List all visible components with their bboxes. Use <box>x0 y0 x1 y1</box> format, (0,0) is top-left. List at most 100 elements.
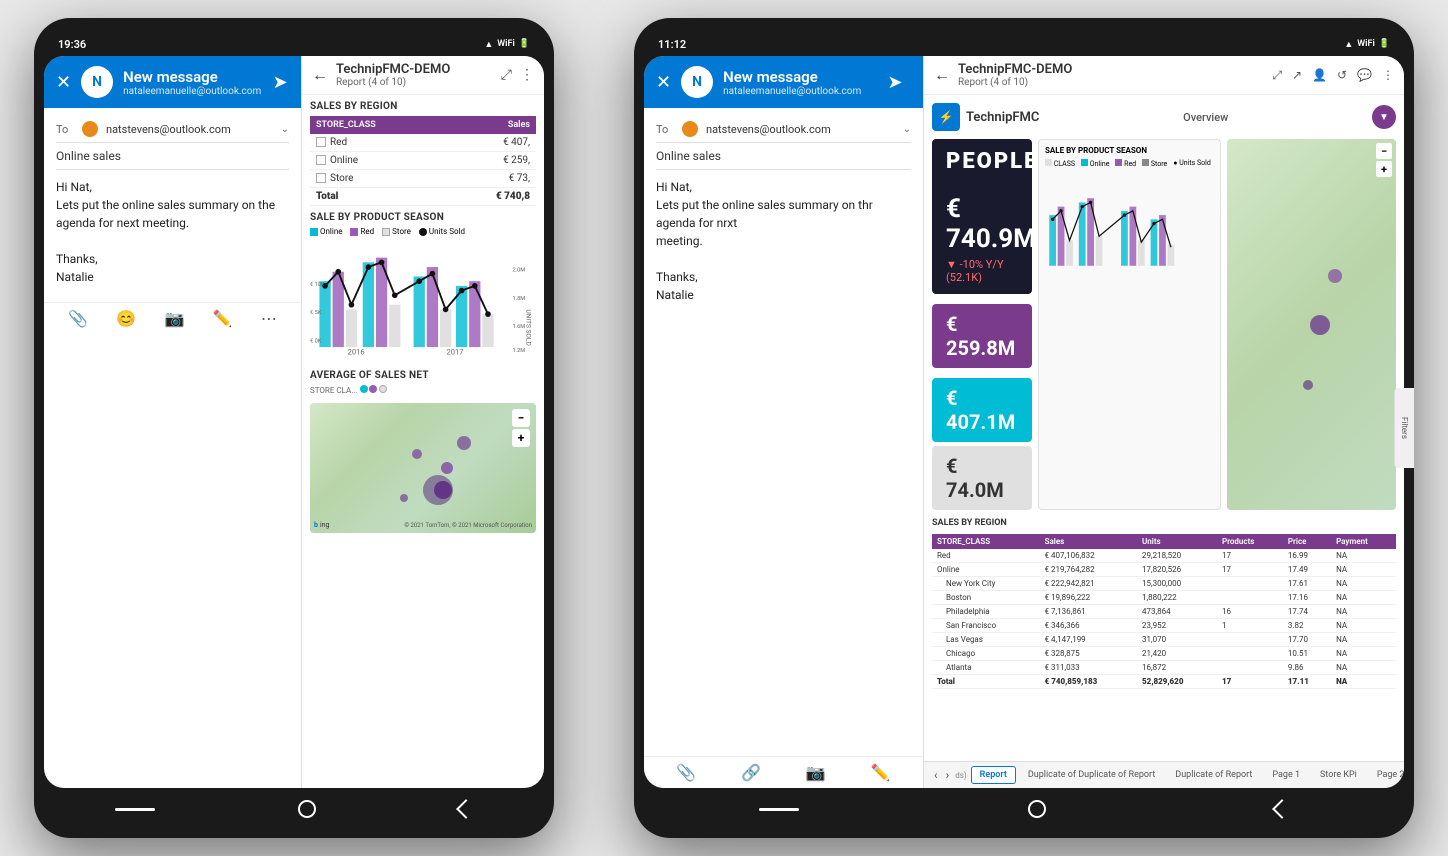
large-sales-title: SALES BY REGION <box>932 518 1396 528</box>
map-dot <box>412 449 422 459</box>
expand-icon[interactable]: ⤢ <box>501 67 512 83</box>
filters-panel[interactable]: Filters <box>1394 388 1404 468</box>
table-total-row: Total € 740,859,183 52,829,620 17 17.11 … <box>932 675 1396 689</box>
nav-home-icon[interactable] <box>115 808 155 811</box>
large-map-col[interactable]: − + <box>1227 139 1396 510</box>
large-subject[interactable]: Online sales <box>656 143 911 170</box>
large-more-icon[interactable]: ⋮ <box>1382 68 1394 83</box>
large-pbi-back-icon[interactable]: ← <box>934 65 950 85</box>
large-expand-icon[interactable]: ⤢ <box>1272 68 1282 83</box>
svg-text:2016: 2016 <box>348 348 365 357</box>
legend-units: Units Sold <box>419 227 465 236</box>
row-icon <box>316 155 326 165</box>
emoji-icon[interactable]: 😊 <box>116 309 136 328</box>
draw-icon[interactable]: ✏️ <box>213 309 233 328</box>
table-row: Red € 407,106,832 29,218,520 17 16.99 NA <box>932 549 1396 563</box>
card4-value: € 74.0M <box>946 454 1018 502</box>
camera-icon[interactable]: 📷 <box>164 309 184 328</box>
small-chart-title: SALE BY PRODUCT SEASON <box>310 212 536 223</box>
small-chart-area: 2016 2017 € 10K € 5K € 0K 2.0M 1.8M 1.6M… <box>310 240 536 360</box>
small-pbi-icons: ⤢ ⋮ <box>501 67 534 83</box>
filter-icon[interactable]: ▼ <box>1372 105 1396 129</box>
large-tablet: 11:12 ▲ WiFi 🔋 ✕ N New message nataleema… <box>634 18 1414 838</box>
small-email-body: To natstevens@outlook.com ⌄ Online sales… <box>44 108 301 302</box>
large-nav-back-icon[interactable] <box>1272 799 1292 819</box>
large-zoom-in-icon[interactable]: + <box>1376 161 1392 177</box>
small-chart-legend: Online Red Store Units Sold <box>310 227 536 236</box>
large-sales-table: STORE_CLASS Sales Units Products Price P… <box>932 534 1396 689</box>
large-nav-home-circle[interactable] <box>1028 800 1046 818</box>
tab-dup-dup-report[interactable]: Duplicate of Duplicate of Report <box>1020 767 1163 783</box>
large-nav-home-icon[interactable] <box>759 808 799 811</box>
col-products: Products <box>1217 534 1283 549</box>
tab-report[interactable]: Report <box>971 766 1016 784</box>
small-bottom-nav <box>44 792 544 822</box>
small-tablet: 19:36 ▲ WiFi 🔋 ✕ N New message nataleema… <box>34 18 554 838</box>
large-send-button[interactable]: ➤ <box>879 66 911 98</box>
tab-dup-report[interactable]: Duplicate of Report <box>1167 767 1260 783</box>
svg-text:€ 10K: € 10K <box>310 282 325 288</box>
large-to-badge <box>682 121 698 137</box>
zoom-in-icon[interactable]: + <box>512 429 530 447</box>
large-share-icon[interactable]: ↗ <box>1292 68 1302 83</box>
tab-page1[interactable]: Page 1 <box>1264 767 1308 783</box>
small-sales-section: SALES BY REGION STORE_CLASS Sales Red € … <box>302 95 544 208</box>
tab-store-kpi[interactable]: Store KPi <box>1312 767 1365 783</box>
tab-page2[interactable]: Page 2 <box>1369 767 1404 783</box>
small-subject[interactable]: Online sales <box>56 143 289 170</box>
small-email-content[interactable]: Hi Nat, Lets put the online sales summar… <box>56 170 289 294</box>
large-close-icon[interactable]: ✕ <box>656 72 671 93</box>
large-email-content[interactable]: Hi Nat, Lets put the online sales summar… <box>656 170 911 312</box>
small-chart-section: SALE BY PRODUCT SEASON Online Red Sto <box>302 208 544 364</box>
tabs-back-arrow[interactable]: ‹ <box>932 768 940 782</box>
row-icon <box>316 173 326 183</box>
large-draw-icon[interactable]: ✏️ <box>871 763 891 782</box>
large-pbi-subtitle: Report (4 of 10) <box>958 77 1072 88</box>
table-row: Online € 259, <box>310 152 536 170</box>
svg-text:UNITS SOLD: UNITS SOLD <box>525 309 533 345</box>
large-refresh-icon[interactable]: ↺ <box>1337 68 1347 83</box>
small-to-row: To natstevens@outlook.com ⌄ <box>56 116 289 143</box>
large-link-icon[interactable]: 🔗 <box>741 763 761 782</box>
small-email-title: New message <box>123 68 261 86</box>
small-email-header: ✕ N New message nataleemanuelle@outlook.… <box>44 56 301 108</box>
nav-back-icon[interactable] <box>456 799 476 819</box>
large-zoom-out-icon[interactable]: − <box>1376 143 1392 159</box>
chevron-down-icon[interactable]: ⌄ <box>281 124 289 135</box>
more-icon[interactable]: ⋯ <box>261 309 277 328</box>
large-camera-icon[interactable]: 📷 <box>806 763 826 782</box>
tabs-forward-arrow[interactable]: › <box>944 768 952 782</box>
small-map[interactable]: − + bing © 2021 TomTom, © 2021 Microsoft… <box>310 403 536 533</box>
table-row: Chicago € 328,875 21,420 10.51 NA <box>932 647 1396 661</box>
small-email-title-group: New message nataleemanuelle@outlook.com <box>123 68 261 97</box>
legend-red-color <box>350 228 358 236</box>
large-chart-title: SALE BY PRODUCT SEASON <box>1045 146 1214 155</box>
nav-home-circle[interactable] <box>298 800 316 818</box>
small-pbi-title-group: TechnipFMC-DEMO Report (4 of 10) <box>336 62 450 88</box>
map-controls: − + <box>512 409 530 447</box>
large-bottom-toolbar: 📎 🔗 📷 ✏️ <box>644 756 923 788</box>
col-store: STORE_CLASS <box>932 534 1040 549</box>
zoom-out-icon[interactable]: − <box>512 409 530 427</box>
large-pbi-content: ⚡ TechnipFMC Overview ▼ PEOPLE <box>924 95 1404 761</box>
close-icon[interactable]: ✕ <box>56 72 71 93</box>
large-chart-col: SALE BY PRODUCT SEASON CLASS Online Red … <box>1038 139 1221 510</box>
large-comment-icon[interactable]: 💬 <box>1357 68 1372 83</box>
small-time: 19:36 <box>58 38 86 51</box>
pbi-back-icon[interactable]: ← <box>312 65 328 85</box>
small-to-label: To <box>56 123 76 136</box>
small-pbi-subtitle: Report (4 of 10) <box>336 77 450 88</box>
legend-units-color <box>419 228 427 236</box>
small-to-badge <box>82 121 98 137</box>
attach-icon[interactable]: 📎 <box>68 309 88 328</box>
small-send-button[interactable]: ➤ <box>271 66 289 98</box>
large-person-icon[interactable]: 👤 <box>1312 68 1327 83</box>
small-avatar: N <box>81 66 113 98</box>
table-row: San Francisco € 346,366 23,952 1 3.82 NA <box>932 619 1396 633</box>
small-to-email[interactable]: natstevens@outlook.com <box>106 123 275 136</box>
large-chevron-down-icon[interactable]: ⌄ <box>903 124 911 135</box>
large-attach-icon[interactable]: 📎 <box>676 763 696 782</box>
large-to-email[interactable]: natstevens@outlook.com <box>706 123 897 136</box>
more-options-icon[interactable]: ⋮ <box>520 67 534 83</box>
card2-value: € 259.8M <box>946 312 1018 360</box>
